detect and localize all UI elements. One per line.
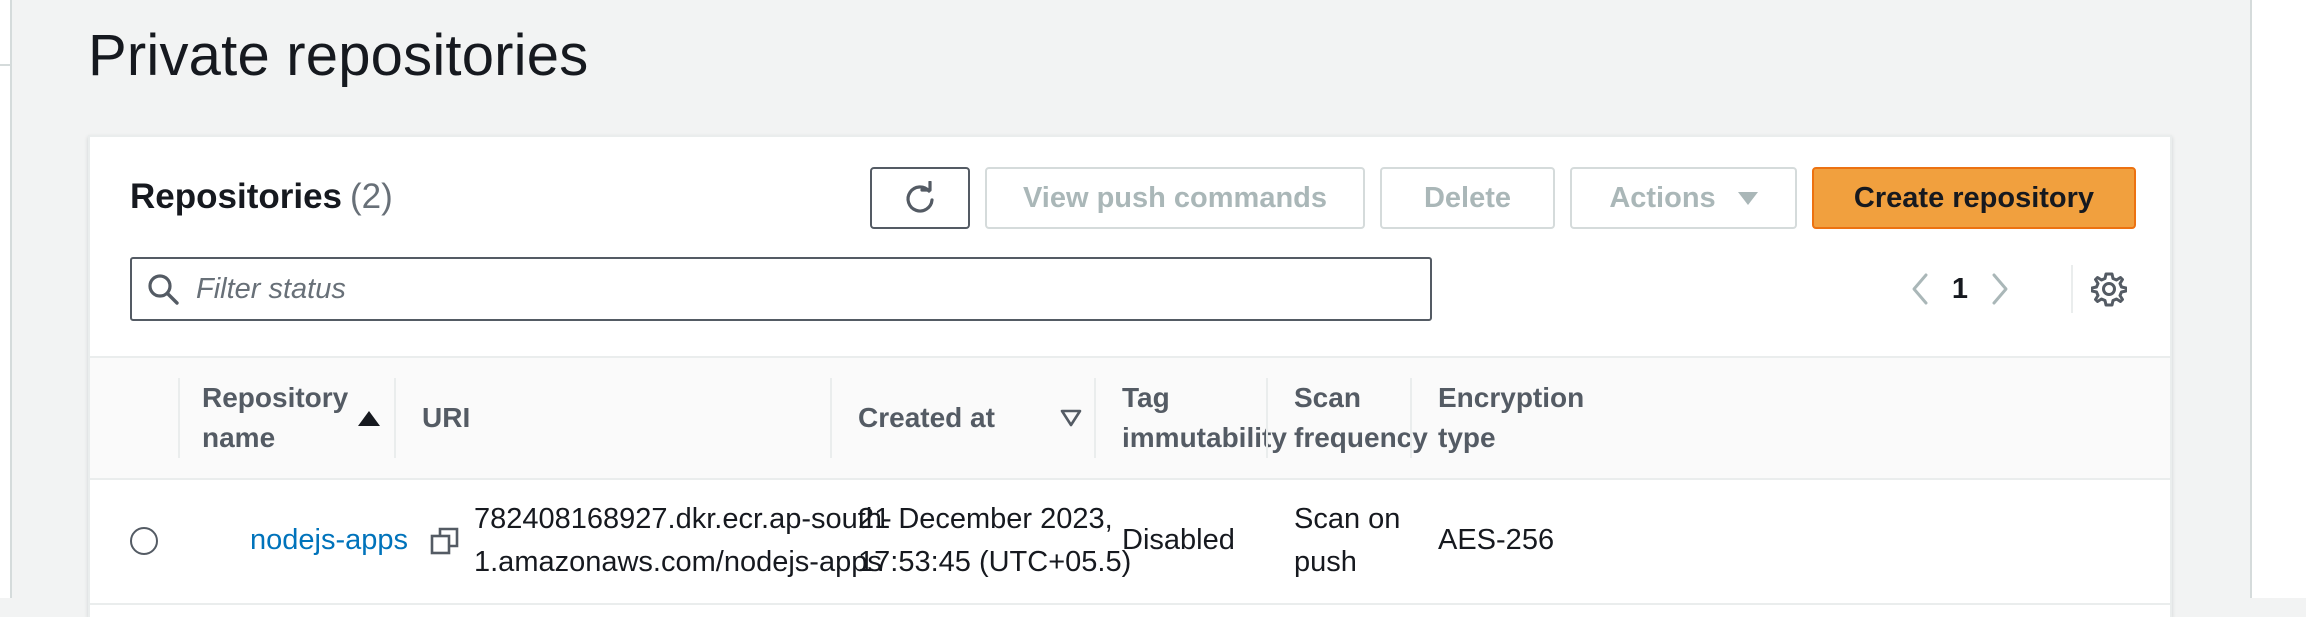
column-separator xyxy=(1266,378,1268,458)
column-header-label: Created at xyxy=(858,402,995,433)
actions-label: Actions xyxy=(1609,181,1716,214)
sort-descending-outline-icon xyxy=(1060,409,1082,427)
column-header-label: Tag xyxy=(1122,382,1170,413)
column-separator xyxy=(830,378,832,458)
column-header-label: type xyxy=(1438,422,1496,453)
row-select-radio[interactable] xyxy=(130,527,158,555)
create-repository-button[interactable]: Create repository xyxy=(1812,167,2136,229)
encryption-type-cell: AES-256 xyxy=(1438,478,1554,603)
column-header-repository-name[interactable]: Repository name xyxy=(202,358,372,478)
table-row: nodejs-apps 782408168927.dkr.ecr.ap-sout… xyxy=(90,478,2170,605)
scan-frequency-cell: Scan on push xyxy=(1294,478,1400,603)
column-separator xyxy=(1410,378,1412,458)
created-at-time: 17:53:45 (UTC+05.5) xyxy=(858,545,1132,578)
created-at-cell: 21 December 2023, 17:53:45 (UTC+05.5) xyxy=(858,478,1131,603)
repository-name-cell: nodejs-apps xyxy=(250,478,408,603)
gear-icon xyxy=(2091,272,2127,307)
pagination-divider xyxy=(2071,265,2073,313)
column-header-uri: URI xyxy=(422,358,470,478)
chevron-right-icon xyxy=(1992,273,2008,305)
encryption-type-value: AES-256 xyxy=(1438,524,1555,556)
chevron-left-icon xyxy=(1912,273,1928,305)
refresh-icon xyxy=(906,181,934,213)
table-header: Repository name URI Created at Tag immut… xyxy=(90,356,2170,480)
refresh-button[interactable] xyxy=(870,167,970,229)
column-separator xyxy=(394,378,396,458)
sort-ascending-icon-wrap[interactable] xyxy=(358,358,380,478)
repository-uri-line: 1.amazonaws.com/nodejs-apps xyxy=(474,545,882,578)
copy-icon[interactable] xyxy=(430,526,460,556)
created-at-date: 21 December 2023, xyxy=(858,502,1113,535)
next-page-button[interactable] xyxy=(1980,263,2020,315)
left-navigation-rail xyxy=(0,0,12,598)
current-page-number[interactable]: 1 xyxy=(1940,273,1980,306)
scan-frequency-value: Scan on xyxy=(1294,502,1401,535)
right-tools-rail xyxy=(2250,0,2306,598)
repository-count: (2) xyxy=(350,177,393,216)
column-header-label: Scan xyxy=(1294,382,1361,413)
column-header-encryption-type: Encryption type xyxy=(1438,358,1584,478)
column-header-label: immutability xyxy=(1122,422,1287,453)
filter-status-input[interactable] xyxy=(194,271,1398,307)
search-icon xyxy=(148,274,179,305)
sort-toggle[interactable] xyxy=(1060,358,1082,478)
column-header-label: URI xyxy=(422,402,471,433)
repository-name-link[interactable]: nodejs-apps xyxy=(250,519,408,562)
tag-immutability-cell: Disabled xyxy=(1122,478,1235,603)
delete-button[interactable]: Delete xyxy=(1380,167,1555,229)
column-separator xyxy=(178,378,180,458)
column-header-scan-frequency: Scan frequency xyxy=(1294,358,1428,478)
column-header-label: Repository xyxy=(202,382,349,413)
column-header-tag-immutability: Tag immutability xyxy=(1122,358,1287,478)
pagination: 1 xyxy=(1900,263,2020,315)
sort-ascending-icon xyxy=(358,410,380,426)
repositories-panel: Repositories (2) View push commands Delet… xyxy=(88,135,2172,617)
table-preferences-button[interactable] xyxy=(2087,267,2131,311)
tag-immutability-value: Disabled xyxy=(1122,524,1235,556)
actions-dropdown-button[interactable]: Actions xyxy=(1570,167,1797,229)
repository-uri-line: 782408168927.dkr.ecr.ap-south- xyxy=(474,502,892,535)
filter-status-field[interactable] xyxy=(130,257,1432,321)
column-header-label: Encryption xyxy=(1438,382,1585,413)
page-title: Private repositories xyxy=(88,23,589,88)
panel-title: Repositories (2) xyxy=(130,177,393,217)
previous-page-button[interactable] xyxy=(1900,263,1940,315)
view-push-commands-button[interactable]: View push commands xyxy=(985,167,1365,229)
caret-down-icon xyxy=(1737,191,1758,205)
scan-frequency-value: push xyxy=(1294,545,1357,578)
column-header-label: name xyxy=(202,422,276,453)
uri-cell: 782408168927.dkr.ecr.ap-south- 1.amazona… xyxy=(430,478,892,603)
column-separator xyxy=(1094,378,1096,458)
column-header-created-at[interactable]: Created at xyxy=(858,358,995,478)
panel-title-label: Repositories xyxy=(130,177,342,216)
column-header-label: frequency xyxy=(1294,422,1428,453)
